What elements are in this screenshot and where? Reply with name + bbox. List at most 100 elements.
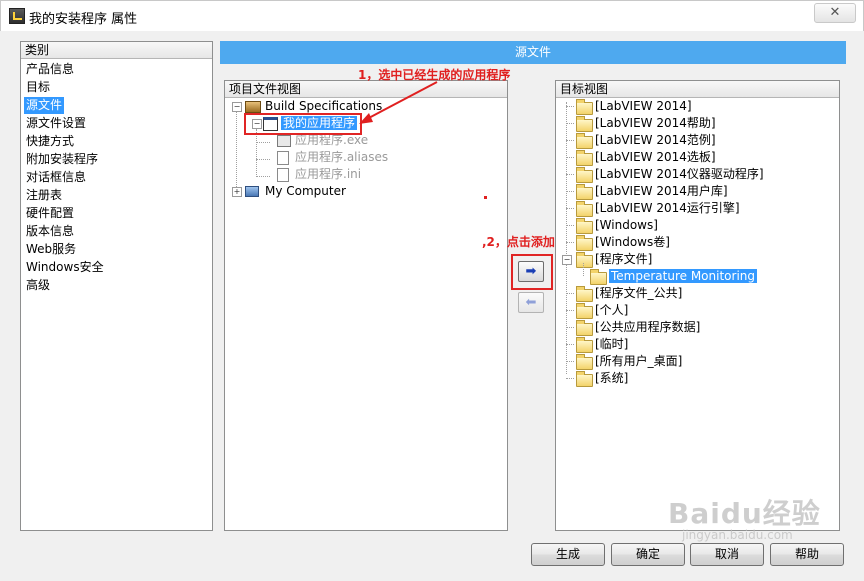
- folder-icon: [576, 133, 593, 149]
- subfolder-label: Temperature Monitoring: [609, 269, 757, 283]
- folder-icon: [576, 303, 593, 319]
- ini-file-label: 应用程序.ini: [295, 167, 362, 181]
- folder-label: [LabVIEW 2014仪器驱动程序]: [595, 167, 764, 181]
- aliases-file-label: 应用程序.aliases: [295, 150, 389, 164]
- folder-label: [Windows卷]: [595, 235, 670, 249]
- target-subfolder-row[interactable]: Temperature Monitoring: [590, 268, 757, 285]
- folder-icon: [576, 184, 593, 200]
- highlight-box-app: [244, 113, 362, 135]
- build-specs-icon: [245, 100, 261, 113]
- window-title: 我的安装程序 属性: [29, 12, 138, 27]
- category-item[interactable]: 硬件配置: [24, 205, 76, 222]
- target-tree: [LabVIEW 2014] [LabVIEW 2014帮助] [LabVIEW 2…: [556, 98, 839, 528]
- folder-icon: [576, 99, 593, 115]
- folder-open-icon: [590, 269, 607, 285]
- annotation-step2: ,2，点击添加: [482, 235, 555, 249]
- ok-button[interactable]: 确定: [611, 543, 685, 566]
- category-item[interactable]: 产品信息: [24, 61, 76, 78]
- folder-icon: [576, 337, 593, 353]
- build-button[interactable]: 生成: [531, 543, 605, 566]
- category-item[interactable]: 目标: [24, 79, 52, 96]
- exe-file-label: 应用程序.exe: [295, 133, 369, 147]
- red-dot-marker: [484, 196, 487, 199]
- target-folder-row[interactable]: [临时]: [576, 336, 628, 353]
- folder-icon: [576, 116, 593, 132]
- section-header: 源文件: [220, 41, 846, 64]
- tree-row-aliases[interactable]: 应用程序.aliases: [277, 149, 388, 166]
- folder-label: [公共应用程序数据]: [595, 320, 701, 334]
- category-item[interactable]: Windows安全: [24, 259, 106, 276]
- labview-app-icon: [9, 8, 25, 24]
- folder-label: [LabVIEW 2014选板]: [595, 150, 716, 164]
- category-item[interactable]: 源文件设置: [24, 115, 88, 132]
- my-computer-label: My Computer: [265, 184, 346, 198]
- target-folder-row[interactable]: [LabVIEW 2014选板]: [576, 149, 716, 166]
- project-file-view: 项目文件视图 − Build Specifications − 我的应用程序 应…: [224, 80, 508, 531]
- folder-icon: [576, 252, 593, 268]
- category-item[interactable]: 源文件: [24, 97, 65, 114]
- category-item[interactable]: 附加安装程序: [24, 151, 100, 168]
- folder-icon: [576, 235, 593, 251]
- collapse-folder-icon[interactable]: −: [562, 255, 572, 265]
- folder-label: [LabVIEW 2014运行引擎]: [595, 201, 740, 215]
- folder-label: [Windows]: [595, 218, 658, 232]
- target-view-header: 目标视图: [556, 81, 839, 98]
- folder-label: [程序文件_公共]: [595, 286, 683, 300]
- target-folder-row[interactable]: [LabVIEW 2014范例]: [576, 132, 716, 149]
- target-folder-row[interactable]: [程序文件_公共]: [576, 285, 682, 302]
- aliases-file-icon: [277, 150, 289, 165]
- arrow-right-icon: ➡: [525, 264, 537, 279]
- tree-row-my-computer[interactable]: My Computer: [245, 183, 346, 200]
- folder-icon: [576, 150, 593, 166]
- ini-file-icon: [277, 167, 289, 182]
- title-bar: 我的安装程序 属性 ✕: [0, 0, 864, 31]
- help-button[interactable]: 帮助: [770, 543, 844, 566]
- folder-icon: [576, 201, 593, 217]
- category-item[interactable]: 注册表: [24, 187, 64, 204]
- folder-label: [LabVIEW 2014范例]: [595, 133, 716, 147]
- folder-label: [LabVIEW 2014帮助]: [595, 116, 716, 130]
- folder-label: [程序文件]: [595, 252, 653, 266]
- expand-my-computer-icon[interactable]: +: [232, 187, 242, 197]
- category-item[interactable]: 版本信息: [24, 223, 76, 240]
- category-item[interactable]: 对话框信息: [24, 169, 88, 186]
- folder-icon: [576, 354, 593, 370]
- target-folder-row[interactable]: [公共应用程序数据]: [576, 319, 700, 336]
- target-folder-row[interactable]: [LabVIEW 2014]: [576, 98, 692, 115]
- category-item[interactable]: 快捷方式: [24, 133, 76, 150]
- close-button[interactable]: ✕: [814, 3, 856, 23]
- folder-label: [LabVIEW 2014用户库]: [595, 184, 728, 198]
- collapse-build-specs-icon[interactable]: −: [232, 102, 242, 112]
- target-folder-row[interactable]: [程序文件]: [576, 251, 652, 268]
- target-folder-row[interactable]: [Windows卷]: [576, 234, 670, 251]
- target-folder-row[interactable]: [LabVIEW 2014帮助]: [576, 115, 716, 132]
- folder-icon: [576, 167, 593, 183]
- category-header: 类别: [21, 42, 212, 59]
- target-folder-row[interactable]: [Windows]: [576, 217, 658, 234]
- target-folder-row[interactable]: [系统]: [576, 370, 628, 387]
- category-panel: 类别 产品信息 目标 源文件 源文件设置 快捷方式 附加安装程序 对话框信息 注册表 硬件配置版…: [20, 41, 213, 531]
- computer-icon: [245, 186, 259, 197]
- remove-button[interactable]: ⬅: [518, 292, 544, 313]
- target-folder-row[interactable]: [LabVIEW 2014运行引擎]: [576, 200, 740, 217]
- target-folder-row[interactable]: [个人]: [576, 302, 628, 319]
- folder-icon: [576, 320, 593, 336]
- exe-file-icon: [277, 134, 291, 147]
- target-folder-row[interactable]: [LabVIEW 2014仪器驱动程序]: [576, 166, 764, 183]
- folder-label: [临时]: [595, 337, 629, 351]
- target-view: 目标视图 [LabVIEW 2014] [LabVIEW 2014帮助] [LabV…: [555, 80, 840, 531]
- folder-icon: [576, 218, 593, 234]
- category-item[interactable]: 高级: [24, 277, 52, 294]
- tree-row-ini[interactable]: 应用程序.ini: [277, 166, 361, 183]
- category-item[interactable]: Web服务: [24, 241, 78, 258]
- folder-icon: [576, 371, 593, 387]
- folder-icon: [576, 286, 593, 302]
- add-button[interactable]: ➡: [518, 261, 544, 282]
- annotation-arrow: [359, 81, 438, 124]
- cancel-button[interactable]: 取消: [690, 543, 764, 566]
- target-folder-row[interactable]: [所有用户_桌面]: [576, 353, 682, 370]
- folder-label: [LabVIEW 2014]: [595, 99, 692, 113]
- folder-label: [个人]: [595, 303, 629, 317]
- folder-label: [所有用户_桌面]: [595, 354, 683, 368]
- target-folder-row[interactable]: [LabVIEW 2014用户库]: [576, 183, 728, 200]
